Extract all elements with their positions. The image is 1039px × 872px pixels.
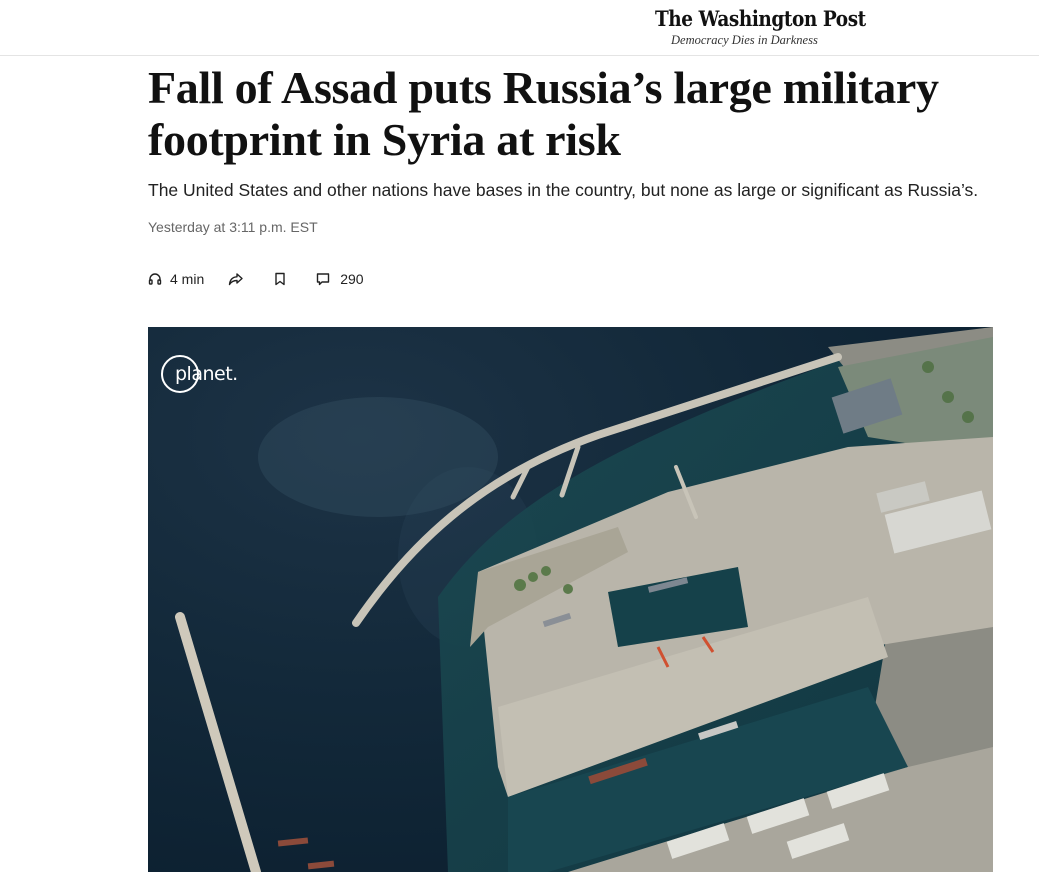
site-tagline: Democracy Dies in Darkness <box>671 33 818 47</box>
comment-count: 290 <box>340 271 364 287</box>
article-lead-image[interactable]: planet. <box>148 327 993 872</box>
share-button[interactable] <box>228 272 244 286</box>
comment-icon <box>316 272 330 286</box>
satellite-image <box>148 327 993 872</box>
image-credit-logo: planet. <box>161 355 238 393</box>
article-headline: Fall of Assad puts Russia’s large milita… <box>148 62 939 165</box>
share-arrow-icon <box>228 272 244 286</box>
site-logo-link[interactable]: The Washington Post Democracy Dies in Da… <box>655 6 866 48</box>
listen-button[interactable]: 4 min <box>148 271 204 287</box>
image-credit-text: planet. <box>175 363 238 385</box>
article-subheadline: The United States and other nations have… <box>148 180 979 200</box>
headphones-icon <box>148 272 162 286</box>
site-logo: The Washington Post <box>655 6 866 31</box>
masthead: The Washington Post Democracy Dies in Da… <box>0 0 1039 56</box>
bookmark-icon <box>274 272 286 286</box>
save-button[interactable] <box>274 272 286 286</box>
listen-duration: 4 min <box>170 271 205 287</box>
article-timestamp: Yesterday at 3:11 p.m. EST <box>148 219 318 235</box>
comments-button[interactable]: 290 <box>316 271 364 287</box>
article-actions-bar: 4 min 290 <box>148 268 364 290</box>
